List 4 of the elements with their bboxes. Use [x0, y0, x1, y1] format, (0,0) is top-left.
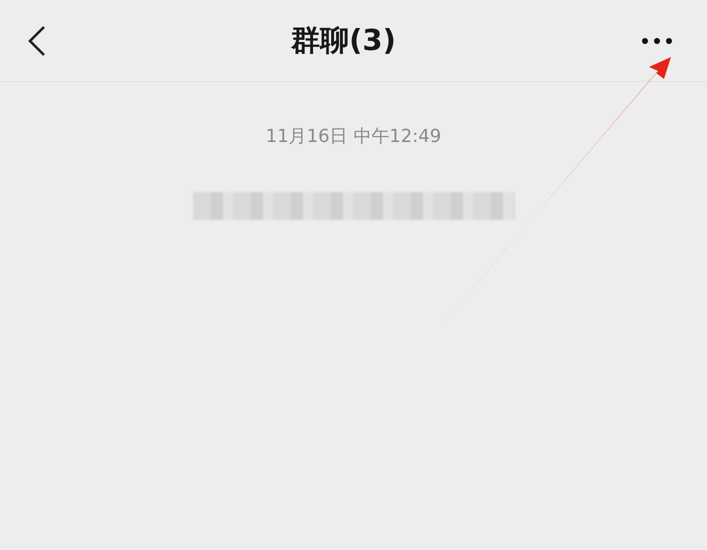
message-timestamp: 11月16日 中午12:49 — [266, 125, 442, 148]
more-icon[interactable] — [641, 36, 673, 44]
back-icon[interactable] — [28, 24, 46, 56]
chat-title: 群聊(3) — [291, 22, 396, 58]
